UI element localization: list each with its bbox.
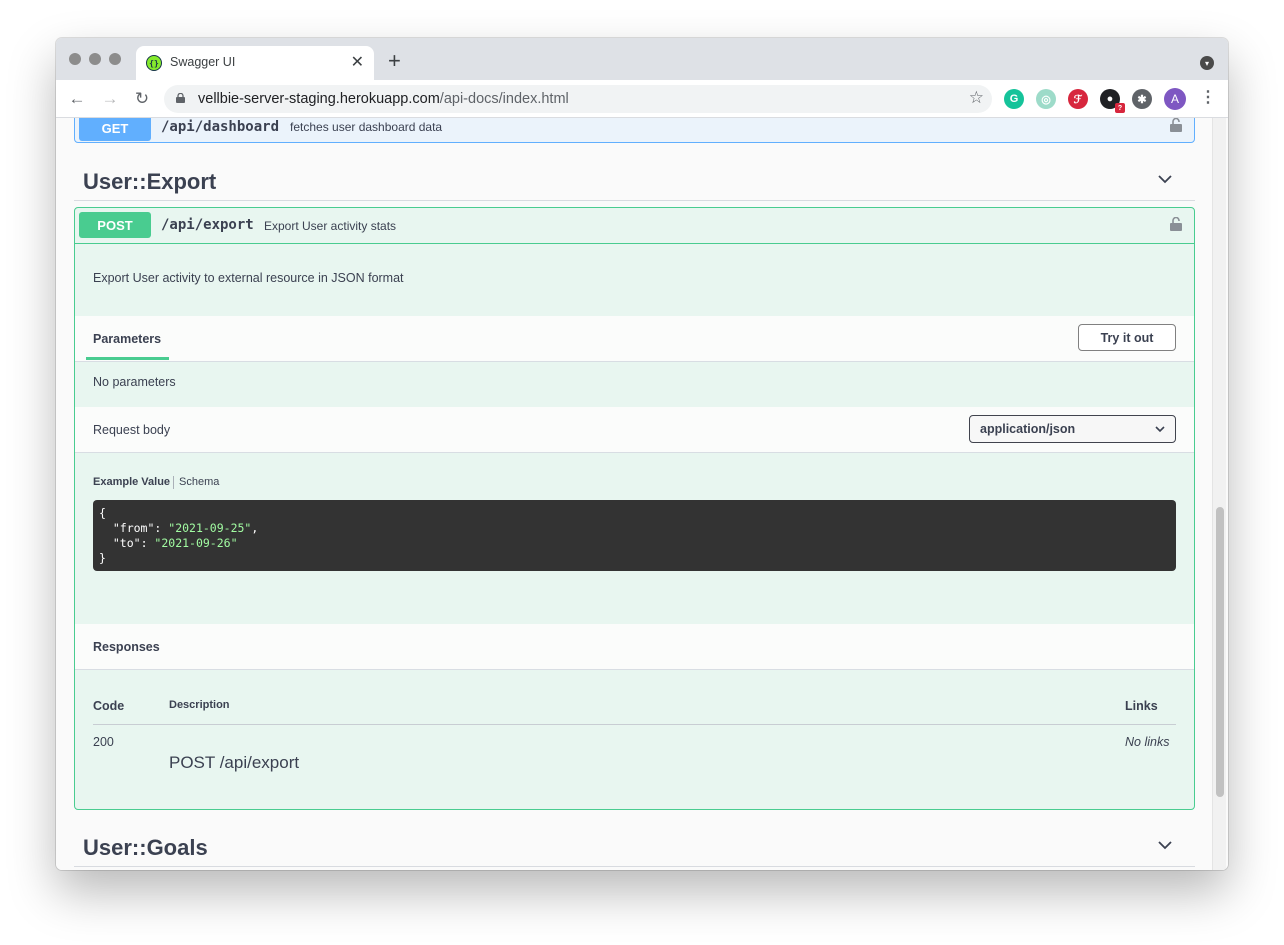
unlock-icon[interactable] — [1170, 118, 1182, 132]
tag-title: User::Goals — [83, 835, 208, 860]
content-type-select[interactable]: application/json — [969, 415, 1176, 443]
try-it-out-button[interactable]: Try it out — [1078, 324, 1176, 351]
operation-summary-bar[interactable]: POST /api/export Export User activity st… — [75, 208, 1194, 244]
method-badge-post: POST — [79, 212, 151, 238]
code-line: } — [99, 551, 1170, 566]
browser-menu-icon[interactable]: ⋮ — [1200, 87, 1216, 107]
json-open-brace: { — [99, 506, 106, 520]
tab-example-value[interactable]: Example Value — [93, 476, 170, 488]
browser-window: {} Swagger UI ✕ + ▾ ← → ↻ vellbie-server… — [56, 38, 1228, 870]
extension-badge: ? — [1115, 103, 1125, 113]
url-text: vellbie-server-staging.herokuapp.com/api… — [198, 91, 569, 107]
browser-toolbar: ← → ↻ vellbie-server-staging.herokuapp.c… — [56, 80, 1228, 118]
scrollbar-thumb[interactable] — [1216, 507, 1224, 797]
active-tab-underline — [86, 357, 169, 360]
tab-divider — [173, 476, 174, 489]
code-line: "to": "2021-09-26" — [112, 536, 238, 550]
swagger-page: GET /api/dashboard fetches user dashboar… — [56, 118, 1228, 870]
operation-summary: Export User activity stats — [264, 219, 397, 233]
tab-schema[interactable]: Schema — [179, 476, 219, 488]
url-host: vellbie-server-staging.herokuapp.com — [198, 91, 440, 107]
tab-title: Swagger UI — [170, 55, 236, 69]
chevron-down-icon[interactable] — [1157, 171, 1173, 187]
responses-title: Responses — [93, 640, 160, 654]
tab-swagger-ui[interactable]: {} Swagger UI ✕ — [136, 46, 374, 80]
tab-parameters[interactable]: Parameters — [93, 332, 161, 346]
json-value-to: "2021-09-26" — [154, 536, 238, 550]
json-key-to: "to" — [112, 536, 141, 550]
no-parameters-text: No parameters — [93, 375, 176, 389]
chevron-down-icon[interactable] — [1157, 837, 1173, 853]
github-icon[interactable]: ●? — [1100, 89, 1125, 113]
column-header-code: Code — [93, 699, 125, 713]
tag-user-export[interactable]: User::Export — [74, 161, 1195, 201]
new-tab-button[interactable]: + — [388, 48, 401, 74]
table-divider — [93, 724, 1176, 725]
request-body-header: Request body application/json — [75, 407, 1194, 453]
tab-bar: {} Swagger UI ✕ + ▾ — [56, 38, 1228, 80]
unlock-icon[interactable] — [1170, 217, 1182, 231]
response-description: POST /api/export — [169, 753, 300, 772]
example-json-code[interactable]: { "from": "2021-09-25", "to": "2021-09-2… — [93, 500, 1176, 571]
url-path: /api-docs/index.html — [439, 91, 569, 107]
back-arrow-icon[interactable]: ← — [66, 88, 88, 110]
json-close-brace: } — [99, 551, 106, 565]
column-header-links: Links — [1125, 699, 1158, 713]
code-line: { — [99, 506, 1170, 521]
json-key-from: "from" — [112, 521, 155, 535]
forward-arrow-icon[interactable]: → — [99, 88, 121, 110]
response-links: No links — [1125, 735, 1170, 749]
grammarly-icon[interactable]: G — [1004, 89, 1024, 109]
responses-header: Responses — [75, 624, 1194, 670]
request-body-label: Request body — [93, 423, 171, 437]
reload-icon[interactable]: ↻ — [131, 88, 153, 110]
operation-summary: fetches user dashboard data — [290, 120, 443, 134]
tag-user-goals[interactable]: User::Goals — [74, 827, 1195, 867]
close-tab-icon[interactable]: ✕ — [351, 52, 364, 72]
code-line: "from": "2021-09-25", — [112, 521, 259, 535]
operation-description: Export User activity to external resourc… — [93, 271, 404, 285]
json-value-from: "2021-09-25" — [168, 521, 252, 535]
opblock-post-export: POST /api/export Export User activity st… — [74, 207, 1195, 810]
lock-icon — [176, 93, 185, 103]
column-header-description: Description — [169, 699, 230, 711]
bookmark-star-icon[interactable]: ☆ — [969, 88, 984, 108]
method-badge-get: GET — [79, 118, 151, 141]
profile-avatar[interactable]: A — [1164, 88, 1186, 110]
operation-path: /api/export — [161, 217, 254, 233]
tab-search-icon[interactable]: ▾ — [1200, 56, 1214, 70]
opblock-get-dashboard[interactable]: GET /api/dashboard fetches user dashboar… — [74, 118, 1195, 143]
response-code: 200 — [93, 735, 114, 749]
chevron-down-icon — [1155, 426, 1165, 433]
extension-red-icon[interactable]: ℱ — [1068, 89, 1088, 109]
minimize-window-button[interactable] — [89, 53, 101, 65]
content-type-value: application/json — [980, 422, 1076, 436]
maximize-window-button[interactable] — [109, 53, 121, 65]
page-scrollbar[interactable] — [1212, 118, 1226, 870]
address-bar[interactable]: vellbie-server-staging.herokuapp.com/api… — [164, 85, 992, 113]
puzzle-icon[interactable]: ✱ — [1132, 89, 1152, 109]
swagger-favicon-icon: {} — [146, 55, 162, 71]
parameters-header: Parameters Try it out — [75, 316, 1194, 362]
close-window-button[interactable] — [69, 53, 81, 65]
extension-target-icon[interactable]: ◎ — [1036, 89, 1056, 109]
operation-path: /api/dashboard — [161, 119, 280, 135]
tag-title: User::Export — [83, 169, 217, 194]
